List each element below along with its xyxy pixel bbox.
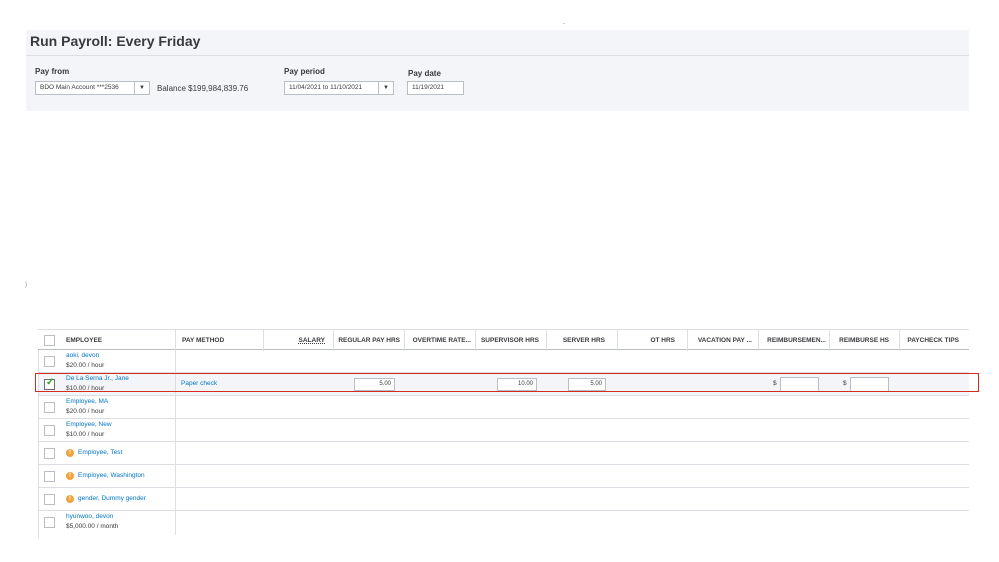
- page-title: Run Payroll: Every Friday: [30, 33, 201, 49]
- divider: [26, 55, 969, 56]
- chevron-down-icon[interactable]: ▼: [134, 82, 149, 94]
- row-checkbox[interactable]: [44, 425, 55, 436]
- table-row[interactable]: ! gender, Dummy gender: [38, 488, 969, 511]
- employee-rate: $10.00 / hour: [66, 431, 105, 438]
- row-checkbox[interactable]: [44, 448, 55, 459]
- table-row[interactable]: ! Employee, Test: [38, 442, 969, 465]
- select-all-checkbox[interactable]: [44, 335, 55, 346]
- row-checkbox[interactable]: [44, 402, 55, 413]
- pay-period-label: Pay period: [284, 67, 325, 76]
- column-divider: [175, 442, 176, 464]
- table-row[interactable]: aoki, devon $20.00 / hour: [38, 350, 969, 373]
- pay-period-select[interactable]: 11/04/2021 to 11/10/2021 ▼: [284, 81, 394, 95]
- pay-date-value: 11/19/2021: [412, 84, 445, 91]
- col-reimbursement[interactable]: REIMBURSEMEN...: [758, 330, 829, 351]
- column-divider: [175, 488, 176, 510]
- selected-row-highlight: [35, 373, 979, 392]
- pay-from-select[interactable]: BDO Main Account ***2536 ▼: [35, 81, 150, 95]
- warning-icon[interactable]: !: [66, 472, 74, 480]
- edge-mark: ): [25, 282, 27, 288]
- col-server-hrs[interactable]: SERVER HRS: [546, 330, 617, 351]
- row-checkbox[interactable]: [44, 517, 55, 528]
- payroll-header: Run Payroll: Every Friday Pay from BDO M…: [26, 30, 969, 111]
- resize-handle: ‾: [563, 24, 565, 30]
- employee-name-link[interactable]: gender, Dummy gender: [78, 495, 146, 502]
- pay-period-value: 11/04/2021 to 11/10/2021: [289, 84, 363, 91]
- employee-rate: $20.00 / hour: [66, 362, 105, 369]
- col-supervisor-hrs[interactable]: SUPERVISOR HRS: [475, 330, 546, 351]
- warning-icon[interactable]: !: [66, 495, 74, 503]
- account-balance: Balance $199,984,839.76: [157, 84, 249, 93]
- row-checkbox[interactable]: [44, 471, 55, 482]
- employee-name-link[interactable]: Employee, Washington: [78, 472, 145, 479]
- col-employee[interactable]: EMPLOYEE: [60, 330, 176, 351]
- employee-name-link[interactable]: hyunwoo, devon: [66, 513, 113, 520]
- column-divider: [175, 396, 176, 418]
- col-reimburse-hs[interactable]: REIMBURSE HS: [829, 330, 899, 351]
- col-paycheck-tips[interactable]: PAYCHECK TIPS: [899, 330, 969, 351]
- employee-rate: $5,000.00 / month: [66, 523, 119, 530]
- col-vacation-pay[interactable]: VACATION PAY ...: [687, 330, 758, 351]
- chevron-down-icon[interactable]: ▼: [378, 82, 393, 94]
- employee-rate: $20.00 / hour: [66, 408, 105, 415]
- table-row[interactable]: Employee, MA $20.00 / hour: [38, 396, 969, 419]
- pay-date-input[interactable]: 11/19/2021: [407, 81, 464, 95]
- table-row[interactable]: Employee, New $10.00 / hour: [38, 419, 969, 442]
- table-row[interactable]: hyunwoo, devon $5,000.00 / month: [38, 511, 969, 535]
- column-divider: [175, 465, 176, 487]
- table-header-row: EMPLOYEE PAY METHOD SALARY REGULAR PAY H…: [38, 329, 969, 351]
- table-row[interactable]: ! Employee, Washington: [38, 465, 969, 488]
- employee-name-link[interactable]: aoki, devon: [66, 352, 99, 359]
- pay-from-label: Pay from: [35, 67, 70, 76]
- employee-name-link[interactable]: Employee, MA: [66, 398, 108, 405]
- employee-name-link[interactable]: Employee, New: [66, 421, 112, 428]
- column-divider: [175, 511, 176, 535]
- col-salary[interactable]: SALARY: [263, 330, 333, 351]
- row-checkbox[interactable]: [44, 356, 55, 367]
- column-divider: [175, 350, 176, 372]
- row-checkbox[interactable]: [44, 494, 55, 505]
- col-overtime-rate[interactable]: OVERTIME RATE...: [404, 330, 475, 351]
- column-divider: [175, 419, 176, 441]
- col-regular-pay-hrs[interactable]: REGULAR PAY HRS: [333, 330, 404, 351]
- pay-from-value: BDO Main Account ***2536: [40, 84, 119, 91]
- pay-date-label: Pay date: [408, 69, 441, 78]
- col-pay-method[interactable]: PAY METHOD: [175, 330, 263, 351]
- employee-name-link[interactable]: Employee, Test: [78, 449, 122, 456]
- col-ot-hrs[interactable]: OT HRS: [617, 330, 687, 351]
- warning-icon[interactable]: !: [66, 449, 74, 457]
